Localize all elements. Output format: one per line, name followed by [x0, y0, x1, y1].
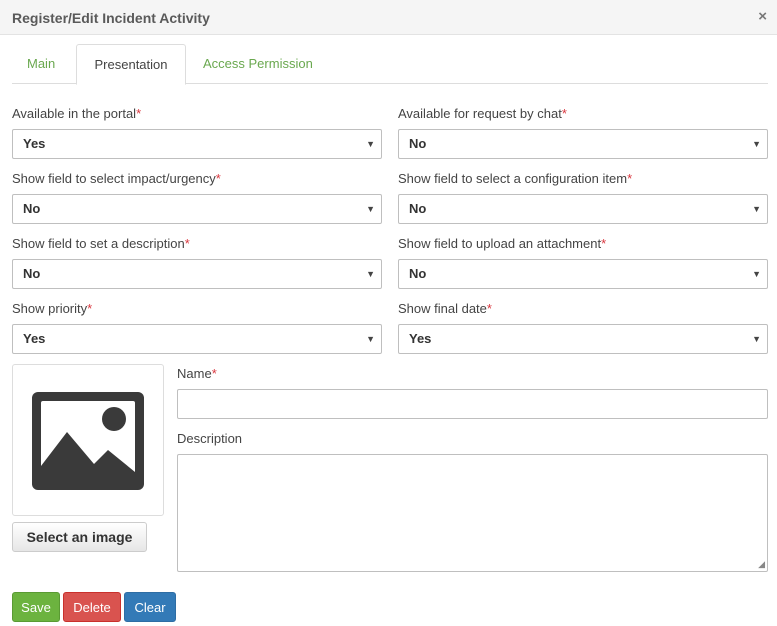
required-marker: * — [211, 366, 217, 381]
config-item-select[interactable]: No ▼ — [398, 194, 768, 224]
portal-select[interactable]: Yes ▼ — [12, 129, 382, 159]
name-input[interactable] — [177, 389, 768, 419]
chevron-down-icon: ▼ — [366, 334, 375, 344]
required-marker: * — [486, 301, 492, 316]
name-label-text: Name — [177, 366, 212, 381]
chevron-down-icon: ▼ — [752, 139, 761, 149]
description-label: Description — [177, 431, 243, 446]
tab-access-permission[interactable]: Access Permission — [203, 44, 333, 84]
description-textarea[interactable]: ◢ — [177, 454, 768, 572]
dialog-header: Register/Edit Incident Activity × — [0, 0, 777, 35]
select-image-button[interactable]: Select an image — [12, 522, 147, 552]
close-icon[interactable]: × — [758, 8, 767, 25]
dialog-title: Register/Edit Incident Activity — [12, 10, 210, 26]
required-marker: * — [627, 171, 633, 186]
priority-label: Show priority* — [12, 301, 92, 316]
chevron-down-icon: ▼ — [366, 204, 375, 214]
resize-handle-icon[interactable]: ◢ — [758, 559, 765, 570]
tab-presentation[interactable]: Presentation — [76, 44, 186, 85]
priority-select[interactable]: Yes ▼ — [12, 324, 382, 354]
attachment-label: Show field to upload an attachment* — [398, 236, 606, 251]
final-date-select[interactable]: Yes ▼ — [398, 324, 768, 354]
chevron-down-icon: ▼ — [366, 269, 375, 279]
delete-button[interactable]: Delete — [63, 592, 121, 622]
impact-select[interactable]: No ▼ — [12, 194, 382, 224]
tab-main[interactable]: Main — [12, 44, 74, 84]
image-preview — [12, 364, 164, 516]
image-placeholder-icon — [32, 392, 144, 490]
chat-label-text: Available for request by chat — [398, 106, 562, 121]
attachment-select-value: No — [409, 266, 427, 281]
chevron-down-icon: ▼ — [366, 139, 375, 149]
priority-label-text: Show priority — [12, 301, 88, 316]
final-date-select-value: Yes — [409, 331, 432, 346]
portal-select-value: Yes — [23, 136, 46, 151]
config-item-select-value: No — [409, 201, 427, 216]
tab-bar: Main Presentation Access Permission — [12, 44, 768, 85]
impact-label-text: Show field to select impact/urgency — [12, 171, 216, 186]
description-toggle-label-text: Show field to set a description — [12, 236, 185, 251]
impact-label: Show field to select impact/urgency* — [12, 171, 221, 186]
description-toggle-select[interactable]: No ▼ — [12, 259, 382, 289]
save-button[interactable]: Save — [12, 592, 60, 622]
chevron-down-icon: ▼ — [752, 204, 761, 214]
portal-label: Available in the portal* — [12, 106, 141, 121]
priority-select-value: Yes — [23, 331, 46, 346]
portal-label-text: Available in the portal — [12, 106, 137, 121]
chat-label: Available for request by chat* — [398, 106, 567, 121]
clear-button[interactable]: Clear — [124, 592, 176, 622]
attachment-select[interactable]: No ▼ — [398, 259, 768, 289]
required-marker: * — [87, 301, 93, 316]
required-marker: * — [184, 236, 190, 251]
description-toggle-select-value: No — [23, 266, 41, 281]
final-date-label-text: Show final date — [398, 301, 487, 316]
impact-select-value: No — [23, 201, 41, 216]
chat-select-value: No — [409, 136, 427, 151]
config-item-label: Show field to select a configuration ite… — [398, 171, 632, 186]
chevron-down-icon: ▼ — [752, 334, 761, 344]
required-marker: * — [136, 106, 142, 121]
chat-select[interactable]: No ▼ — [398, 129, 768, 159]
chevron-down-icon: ▼ — [752, 269, 761, 279]
required-marker: * — [561, 106, 567, 121]
required-marker: * — [215, 171, 221, 186]
config-item-label-text: Show field to select a configuration ite… — [398, 171, 628, 186]
final-date-label: Show final date* — [398, 301, 492, 316]
description-toggle-label: Show field to set a description* — [12, 236, 190, 251]
required-marker: * — [601, 236, 607, 251]
name-label: Name* — [177, 366, 217, 381]
attachment-label-text: Show field to upload an attachment — [398, 236, 602, 251]
